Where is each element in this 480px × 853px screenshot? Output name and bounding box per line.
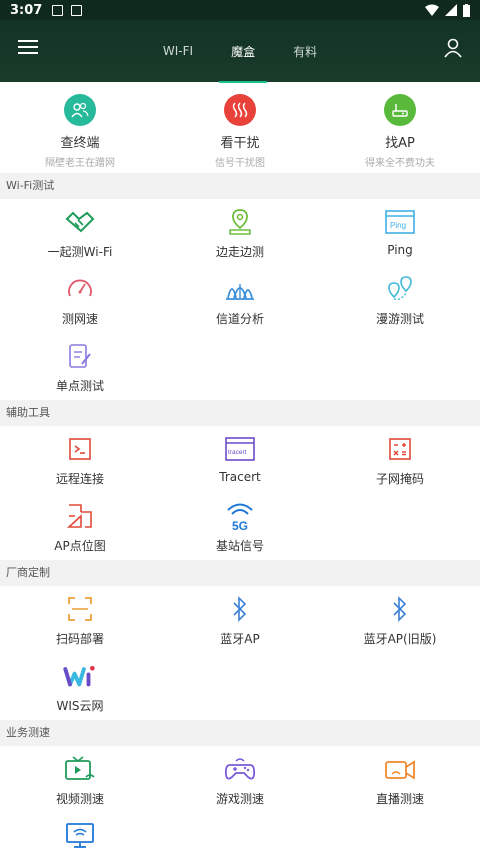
app-notification-icon	[71, 4, 83, 16]
status-time: 3:07	[10, 2, 43, 18]
ping-label: Ping	[387, 243, 413, 257]
speedometer-icon	[63, 274, 97, 304]
game-speed-test-label: 游戏测速	[215, 792, 264, 806]
bluetooth-legacy-icon	[383, 594, 417, 624]
single-point-test-button[interactable]: 单点测试	[0, 333, 160, 400]
quick-tools-row: 查终端 隔壁老王在蹭网 看干扰 信号干扰图 找AP 得来全不费功夫	[0, 82, 480, 173]
find-ap-subtitle: 得来全不费功夫	[365, 158, 435, 169]
section-header-business-speed: 业务测速	[0, 720, 480, 746]
bluetooth-ap-label: 蓝牙AP	[220, 632, 260, 646]
speed-test-label: 测网速	[61, 312, 98, 326]
monitor-wifi-icon	[63, 821, 97, 851]
heat-waves-icon	[224, 94, 256, 126]
wifi-together-test-label: 一起测Wi-Fi	[47, 245, 113, 259]
base-station-signal-label: 基站信号	[215, 539, 264, 553]
wis-logo-icon	[63, 661, 97, 691]
remote-connect-button[interactable]: 远程连接	[0, 426, 160, 493]
subnet-mask-label: 子网掩码	[375, 472, 424, 486]
video-camera-icon	[383, 754, 417, 784]
gamepad-icon	[223, 754, 257, 784]
bluetooth-icon	[223, 594, 257, 624]
status-bar: 3:07	[0, 0, 480, 20]
gallery-notification-icon	[52, 4, 64, 16]
handshake-icon	[63, 207, 97, 237]
tab-bar: WI-FI 魔盒 有料	[0, 20, 480, 83]
bluetooth-ap-legacy-button[interactable]: 蓝牙AP(旧版)	[320, 586, 480, 653]
terminal-icon	[63, 434, 97, 464]
live-speed-test-label: 直播测速	[375, 792, 424, 806]
bluetooth-ap-legacy-label: 蓝牙AP(旧版)	[363, 632, 437, 646]
users-icon	[64, 94, 96, 126]
tab-youliao[interactable]: 有料	[287, 37, 323, 66]
mobile-signal-icon	[445, 4, 457, 16]
section-header-vendor: 厂商定制	[0, 560, 480, 586]
walk-test-button[interactable]: 边走边测	[160, 199, 320, 266]
find-terminals-subtitle: 隔壁老王在蹭网	[45, 158, 115, 169]
app-bar: WI-FI 魔盒 有料	[0, 20, 480, 83]
5g-signal-icon: 5G	[223, 501, 257, 532]
view-interference-subtitle: 信号干扰图	[215, 158, 265, 169]
roaming-test-button[interactable]: 漫游测试	[320, 266, 480, 333]
find-ap-title: 找AP	[385, 136, 415, 151]
subnet-mask-button[interactable]: 子网掩码	[320, 426, 480, 493]
view-interference-button[interactable]: 看干扰 信号干扰图	[160, 94, 320, 173]
tracert-button[interactable]: tracert Tracert	[160, 426, 320, 493]
channel-analysis-label: 信道分析	[215, 312, 264, 326]
section-header-wifi-test: Wi-Fi测试	[0, 173, 480, 199]
wis-cloud-label: WIS云网	[56, 699, 104, 713]
user-icon[interactable]	[444, 38, 462, 58]
video-speed-test-label: 视频测速	[55, 792, 104, 806]
scan-deploy-button[interactable]: 扫码部署	[0, 586, 160, 653]
walk-test-label: 边走边测	[215, 245, 264, 259]
ap-floorplan-label: AP点位图	[54, 539, 106, 553]
location-pin-icon	[223, 207, 257, 237]
floorplan-icon	[63, 501, 97, 531]
tracert-window-icon: tracert	[223, 434, 257, 464]
router-icon	[384, 94, 416, 126]
ping-button[interactable]: Ping Ping	[320, 199, 480, 266]
channel-analysis-button[interactable]: 信道分析	[160, 266, 320, 333]
video-speed-test-button[interactable]: 视频测速	[0, 746, 160, 813]
wifi-test-grid: 一起测Wi-Fi 边走边测 Ping Ping 测网速 信道分析 漫游测试 单点…	[0, 199, 480, 400]
bluetooth-ap-button[interactable]: 蓝牙AP	[160, 586, 320, 653]
find-ap-button[interactable]: 找AP 得来全不费功夫	[320, 94, 480, 173]
5g-icon-text: 5G	[232, 519, 248, 532]
base-station-signal-button[interactable]: 5G 基站信号	[160, 493, 320, 560]
roaming-test-label: 漫游测试	[375, 312, 424, 326]
tools-grid: 远程连接 tracert Tracert 子网掩码 AP点位图 5G 基站信号	[0, 426, 480, 560]
speed-test-button[interactable]: 测网速	[0, 266, 160, 333]
ping-window-icon: Ping	[383, 207, 417, 237]
find-terminals-button[interactable]: 查终端 隔壁老王在蹭网	[0, 94, 160, 173]
tab-wifi[interactable]: WI-FI	[157, 38, 199, 64]
vendor-grid: 扫码部署 蓝牙AP 蓝牙AP(旧版) WIS云网	[0, 586, 480, 720]
wis-cloud-button[interactable]: WIS云网	[0, 653, 160, 720]
tracert-icon-text: tracert	[228, 449, 247, 456]
live-speed-test-button[interactable]: 直播测速	[320, 746, 480, 813]
game-speed-test-button[interactable]: 游戏测速	[160, 746, 320, 813]
scan-frame-icon	[63, 594, 97, 624]
roaming-pins-icon	[383, 274, 417, 304]
find-terminals-title: 查终端	[60, 136, 100, 151]
channel-chart-icon	[223, 274, 257, 304]
tab-mohe[interactable]: 魔盒	[219, 37, 268, 83]
single-point-test-label: 单点测试	[55, 379, 104, 393]
ping-icon-text: Ping	[390, 221, 406, 230]
tracert-label: Tracert	[219, 470, 261, 484]
tv-play-icon	[63, 754, 97, 784]
view-interference-title: 看干扰	[220, 136, 260, 151]
edit-document-icon	[63, 341, 97, 371]
wifi-signal-icon	[425, 4, 439, 16]
scan-deploy-label: 扫码部署	[55, 632, 104, 646]
calculator-icon	[383, 434, 417, 464]
battery-icon	[463, 3, 470, 17]
section-header-tools: 辅助工具	[0, 400, 480, 426]
remote-connect-label: 远程连接	[55, 472, 104, 486]
ap-floorplan-button[interactable]: AP点位图	[0, 493, 160, 560]
wifi-together-test-button[interactable]: 一起测Wi-Fi	[0, 199, 160, 266]
business-speed-grid: 视频测速 游戏测速 直播测速	[0, 746, 480, 853]
desktop-speed-test-button[interactable]	[0, 813, 160, 853]
